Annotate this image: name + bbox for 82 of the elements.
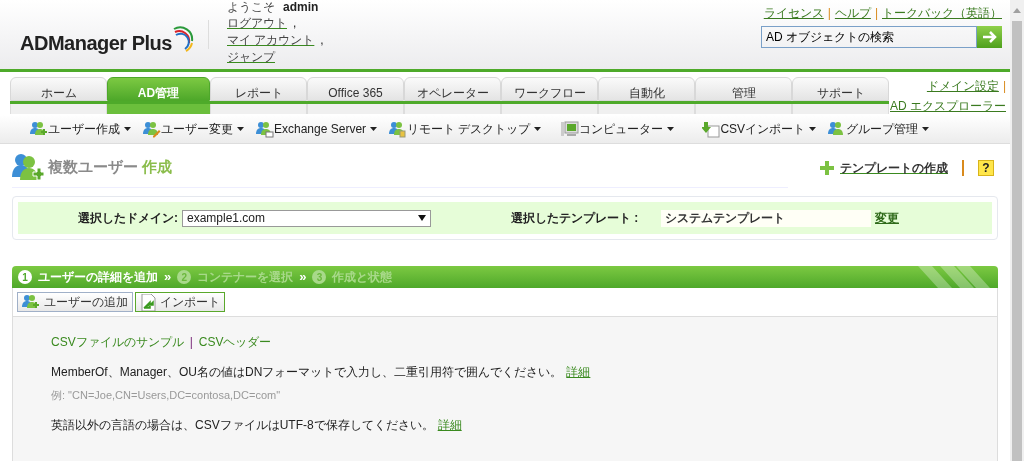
change-link[interactable]: 変更 xyxy=(875,209,899,227)
step-number: 3 xyxy=(312,270,327,284)
details-link[interactable]: 詳細 xyxy=(566,363,591,381)
caret-icon xyxy=(124,127,131,131)
template-value: システムテンプレート xyxy=(661,209,871,227)
separator: | xyxy=(874,5,878,22)
csv-link[interactable]: CSVヘッダー xyxy=(198,333,272,351)
arrow-right-icon xyxy=(981,31,998,43)
nav-tab[interactable]: 管理 xyxy=(695,77,792,101)
toolbar-menu[interactable]: リモート デスクトップ xyxy=(389,120,542,138)
caret-icon xyxy=(809,127,817,131)
dropdown-icon xyxy=(418,215,426,221)
side-link[interactable]: AD エクスプローラー xyxy=(890,97,1006,115)
details-link[interactable]: 詳細 xyxy=(437,415,462,434)
nav-tab[interactable]: ホーム xyxy=(10,77,107,101)
import-icon xyxy=(702,120,721,138)
nav-tab[interactable]: オペレーター xyxy=(404,77,501,101)
step-label: コンテナーを選択 xyxy=(197,269,294,286)
user-link[interactable]: ログアウト xyxy=(227,15,287,32)
welcome-label: ようこそ xyxy=(227,0,275,15)
csv-link[interactable]: CSVファイルのサンプル xyxy=(51,333,184,351)
user-name: admin xyxy=(283,0,319,15)
help-button[interactable]: ? xyxy=(978,160,994,176)
note-text: 英語以外の言語の場合は、CSVファイルはUTF-8で保存してください。 xyxy=(51,416,434,434)
step-number: 1 xyxy=(18,270,32,284)
user-link[interactable]: ジャンプ xyxy=(227,49,275,66)
search-field[interactable]: AD オブジェクトの検索 xyxy=(761,26,977,48)
toolbar-menu[interactable]: Exchange Server xyxy=(256,120,378,138)
separator: | xyxy=(827,5,831,22)
template-label: 選択したテンプレート : xyxy=(511,210,640,227)
nav-tab[interactable]: Office 365 xyxy=(307,77,404,101)
caret-icon xyxy=(922,127,930,131)
logo-arcs-icon xyxy=(171,24,194,53)
step-number: 2 xyxy=(177,270,192,284)
toolbar-menu[interactable]: ユーザー変更 xyxy=(143,120,244,138)
import-icon xyxy=(140,293,156,311)
separator: , xyxy=(293,15,297,32)
separator: | xyxy=(189,334,193,351)
separator: , xyxy=(320,32,324,49)
nav-tab[interactable]: レポート xyxy=(210,77,307,101)
template-link[interactable]: テンプレートの作成 xyxy=(840,159,948,177)
toolbar-menu[interactable]: コンピューター xyxy=(561,120,675,138)
nav-tab[interactable]: サポート xyxy=(792,77,889,101)
example-text: 例: "CN=Joe,CN=Users,DC=contosa,DC=com" xyxy=(51,388,282,403)
domain-label: 選択したドメイン: xyxy=(78,210,178,227)
toolbar-menu[interactable]: ユーザー作成 xyxy=(30,120,131,138)
caret-icon xyxy=(667,127,675,131)
scrollbar-thumb[interactable] xyxy=(1012,21,1022,461)
plus-icon xyxy=(820,161,834,175)
page-title: 複数ユーザー xyxy=(48,157,138,178)
step-separator: » xyxy=(299,268,307,287)
note-text: MemberOf、Manager、OU名の値はDNフォーマットで入力し、二重引用符で囲んでください。 xyxy=(51,364,563,381)
side-link[interactable]: ドメイン設定 xyxy=(926,77,999,95)
users-icon xyxy=(256,120,274,138)
separator: | xyxy=(1002,78,1006,95)
nav-tab[interactable]: ワークフロー xyxy=(501,77,598,101)
users-icon xyxy=(22,293,40,311)
logo-text: ADManager Plus xyxy=(20,30,172,56)
action-button[interactable]: インポート xyxy=(135,292,225,312)
computer-icon xyxy=(561,121,580,137)
nav-tab[interactable]: 自動化 xyxy=(598,77,695,101)
search-button[interactable] xyxy=(977,26,1002,48)
users-add-icon xyxy=(12,152,44,183)
action-button[interactable]: ユーザーの追加 xyxy=(17,292,133,312)
domain-select[interactable]: example1.com xyxy=(182,209,431,227)
toolbar-menu[interactable]: グループ管理 xyxy=(828,120,930,138)
user-link[interactable]: マイ アカウント xyxy=(227,32,315,49)
top-link[interactable]: ライセンス xyxy=(763,4,824,22)
caret-icon xyxy=(370,127,378,131)
caret-icon xyxy=(534,127,542,131)
step-label: 作成と状態 xyxy=(332,269,393,286)
toolbar-menu[interactable]: CSVインポート xyxy=(702,120,817,138)
users-icon xyxy=(389,120,408,138)
page-title-accent: 作成 xyxy=(142,157,172,178)
top-link[interactable]: ヘルプ xyxy=(834,4,871,22)
scroll-up-icon xyxy=(1013,8,1021,13)
step-label: ユーザーの詳細を追加 xyxy=(38,269,158,286)
top-link[interactable]: トークバック（英語） xyxy=(882,4,1002,22)
users-icon xyxy=(30,120,48,138)
users-icon xyxy=(143,120,161,138)
caret-icon xyxy=(237,127,244,131)
step-separator: » xyxy=(164,268,172,287)
